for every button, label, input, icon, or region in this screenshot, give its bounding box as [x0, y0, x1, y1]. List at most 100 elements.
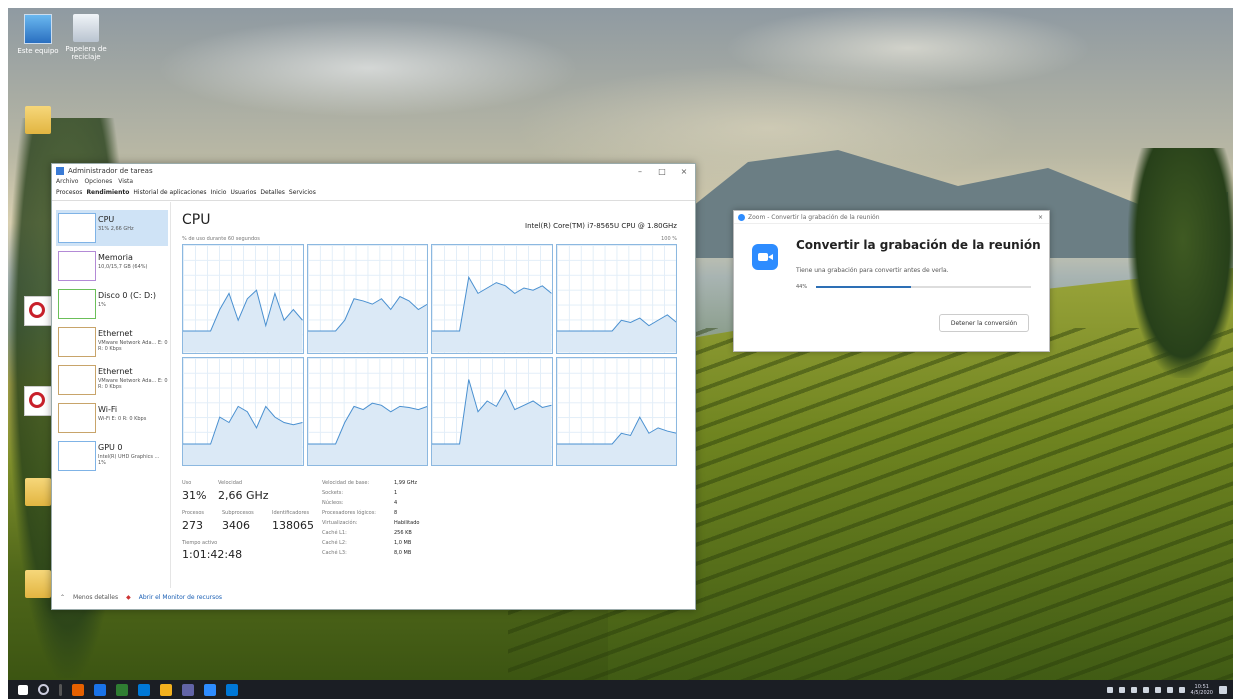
max-percent: 100 % — [661, 236, 677, 242]
detail-value: 1,0 MB — [394, 540, 412, 546]
folder-icon — [25, 478, 51, 506]
close-button[interactable]: × — [673, 167, 695, 176]
taskbar-app-icon[interactable] — [182, 683, 194, 696]
cpu-graph-svg — [432, 275, 552, 353]
close-icon[interactable]: × — [1038, 214, 1043, 221]
sidebar-item-wifi[interactable]: Wi-Fi Wi-Fi E: 0 R: 0 Kbps — [56, 400, 168, 436]
mini-graph — [58, 289, 96, 319]
maximize-button[interactable]: □ — [651, 167, 673, 176]
detail-key: Sockets: — [322, 490, 344, 496]
recycle-bin-icon — [73, 14, 99, 42]
search-icon[interactable] — [38, 684, 49, 695]
menu-archivo[interactable]: Archivo — [56, 178, 78, 189]
sidebar-item-name: Memoria — [98, 253, 133, 262]
tab-procesos[interactable]: Procesos — [56, 189, 82, 200]
task-manager-window[interactable]: Administrador de tareas – □ × Archivo Op… — [51, 163, 696, 610]
stop-conversion-button[interactable]: Detener la conversión — [939, 314, 1029, 332]
cpu-graph-svg — [183, 404, 303, 465]
detail-key: Caché L2: — [322, 540, 347, 546]
sidebar-item-sub: 31% 2,66 GHz — [98, 226, 134, 232]
taskbar-app-icon[interactable] — [72, 683, 84, 696]
desktop-icon-folder[interactable] — [8, 106, 68, 137]
cpu-graph-area — [307, 402, 427, 465]
taskbar-app-icon[interactable] — [94, 683, 106, 696]
tab-inicio[interactable]: Inicio — [211, 189, 227, 200]
volume-icon[interactable] — [1142, 686, 1149, 693]
sidebar-item-cpu[interactable]: CPU 31% 2,66 GHz — [56, 210, 168, 246]
dialog-title: Zoom - Convertir la grabación de la reun… — [748, 213, 880, 221]
cpu-core-graph — [431, 244, 553, 354]
taskbar-app-icon[interactable] — [226, 683, 238, 696]
sidebar-item-sub: VMware Network Ada... E: 0 R: 0 Kbps — [98, 378, 168, 390]
tray-icon[interactable] — [1118, 686, 1125, 693]
detail-value: 1 — [394, 490, 398, 496]
stat-label: Velocidad — [218, 480, 243, 486]
less-details-link[interactable]: Menos detalles — [73, 594, 118, 601]
cpu-core-graph — [555, 356, 677, 466]
mini-graph — [58, 213, 96, 243]
taskbar-app-icon[interactable] — [138, 683, 150, 696]
cpu-graph-area — [432, 277, 552, 353]
battery-icon[interactable] — [1154, 686, 1161, 693]
taskbar-app-icon[interactable] — [160, 683, 172, 696]
cpu-graph-svg — [307, 402, 427, 465]
start-windows-icon[interactable] — [18, 684, 28, 695]
title-bar[interactable]: Administrador de tareas – □ × — [52, 164, 695, 178]
sidebar-item-sub: 1% — [98, 302, 106, 308]
detail-key: Velocidad de base: — [322, 480, 370, 486]
tray-icon[interactable] — [1166, 686, 1173, 693]
cpu-graph-svg — [556, 415, 676, 465]
stat-label: Procesos — [182, 510, 205, 516]
detail-key: Virtualización: — [322, 520, 358, 526]
detail-value: 8,0 MB — [394, 550, 412, 556]
cpu-stats: Uso 31% Velocidad 2,66 GHz Procesos 273 … — [182, 480, 622, 600]
tab-detalles[interactable]: Detalles — [260, 189, 285, 200]
resource-monitor-link[interactable]: Abrir el Monitor de recursos — [139, 594, 222, 601]
sidebar-item-name: GPU 0 — [98, 443, 123, 452]
folder-icon — [25, 106, 51, 134]
sidebar-item-ethernet-2[interactable]: Ethernet VMware Network Ada... E: 0 R: 0… — [56, 362, 168, 398]
menu-vista[interactable]: Vista — [118, 178, 133, 189]
sidebar-item-memoria[interactable]: Memoria 10,0/15,7 GB (64%) — [56, 248, 168, 284]
cpu-core-graph — [431, 356, 553, 466]
sidebar-item-disco[interactable]: Disco 0 (C: D:) 1% — [56, 286, 168, 322]
cpu-model: Intel(R) Core(TM) i7-8565U CPU @ 1.80GHz — [525, 222, 677, 230]
tray-icon[interactable] — [1106, 686, 1113, 693]
zoom-convert-dialog[interactable]: Zoom - Convertir la grabación de la reun… — [733, 210, 1050, 352]
cpu-graph-area — [432, 379, 552, 465]
taskbar-app-icon[interactable] — [116, 683, 128, 696]
menu-opciones[interactable]: Opciones — [84, 178, 112, 189]
cpu-core-graph — [555, 244, 677, 354]
detail-key: Caché L1: — [322, 530, 347, 536]
stat-identificadores: 138065 — [272, 519, 314, 532]
sidebar-item-ethernet[interactable]: Ethernet VMware Network Ada... E: 0 R: 0… — [56, 324, 168, 360]
tray-icon[interactable] — [1178, 686, 1185, 693]
minimize-button[interactable]: – — [629, 167, 651, 176]
dialog-title-bar[interactable]: Zoom - Convertir la grabación de la reun… — [734, 211, 1049, 224]
taskbar-app-icon[interactable] — [204, 683, 216, 696]
clock[interactable]: 10:51 4/5/2020 — [1191, 684, 1213, 696]
sidebar-item-name: Disco 0 (C: D:) — [98, 291, 156, 300]
mini-graph — [58, 251, 96, 281]
stat-procesos: 273 — [182, 519, 203, 532]
tab-rendimiento[interactable]: Rendimiento — [86, 189, 129, 200]
menu-bar: Archivo Opciones Vista — [52, 178, 695, 189]
detail-value: 1,99 GHz — [394, 480, 417, 486]
tab-servicios[interactable]: Servicios — [289, 189, 316, 200]
cpu-core-graph — [182, 356, 304, 466]
sidebar-item-name: CPU — [98, 215, 115, 224]
detail-key: Procesadores lógicos: — [322, 510, 376, 516]
tab-historial[interactable]: Historial de aplicaciones — [133, 189, 206, 200]
cpu-graph-area — [183, 290, 303, 353]
dialog-heading: Convertir la grabación de la reunión — [796, 238, 1041, 252]
desktop-icon-papelera[interactable]: Papelera de reciclaje — [56, 14, 116, 61]
cpu-graphs — [182, 244, 677, 466]
pdf-icon — [24, 296, 52, 326]
util-label: % de uso durante 60 segundos — [182, 236, 260, 242]
sidebar-item-gpu[interactable]: GPU 0 Intel(R) UHD Graphics ... 1% — [56, 438, 168, 474]
zoom-small-icon — [738, 213, 745, 221]
pdf-icon — [24, 386, 52, 416]
tab-usuarios[interactable]: Usuarios — [230, 189, 256, 200]
wifi-icon[interactable] — [1130, 686, 1137, 693]
notifications-icon[interactable] — [1219, 685, 1227, 694]
